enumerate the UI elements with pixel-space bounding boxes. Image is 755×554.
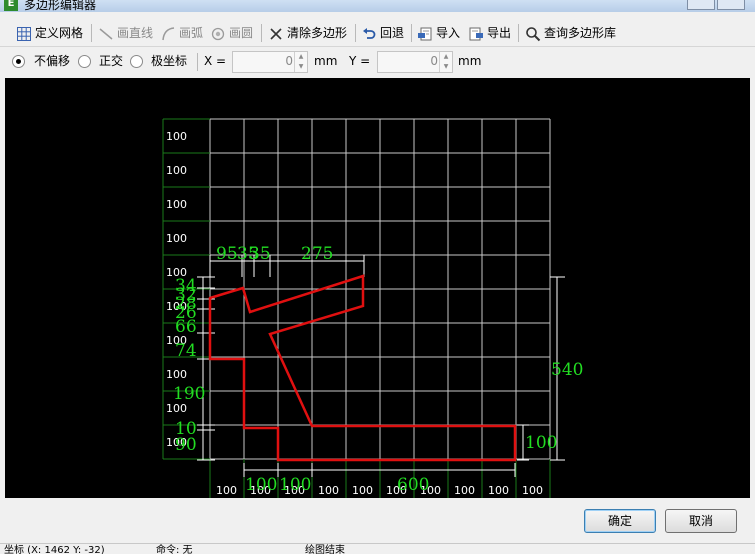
grid-lines: [209, 118, 551, 460]
row-label: 100: [166, 130, 187, 143]
status-coords: 坐标 (X: 1462 Y: -32): [4, 545, 105, 554]
import-label: 导入: [436, 26, 461, 40]
dialog-footer: 确定 取消: [0, 498, 755, 542]
draw-line-label: 画直线: [117, 26, 154, 40]
import-icon: [418, 27, 432, 40]
main-toolbar: 定义网格 画直线 画弧 画圆 清除多边形 回退 导入 导出 查询多边形库: [0, 20, 755, 47]
define-grid-button[interactable]: 定义网格: [16, 23, 83, 43]
export-icon: [469, 27, 483, 40]
dimension-labels: 95 35 35 275 34 32 28 26 66 74 190 10 90…: [173, 244, 583, 495]
x-spinner-arrows[interactable]: ▲ ▼: [294, 52, 307, 72]
query-library-label: 查询多边形库: [544, 26, 617, 40]
dim-label-right: 100: [525, 433, 557, 453]
toolbar-separator: [518, 24, 519, 42]
dim-label-left: 74: [175, 341, 197, 361]
query-library-button[interactable]: 查询多边形库: [525, 23, 616, 43]
dim-label-bottom: 100: [279, 475, 311, 495]
status-bar: 坐标 (X: 1462 Y: -32) 命令: 无 绘图结束: [0, 543, 755, 554]
row-label: 100: [166, 198, 187, 211]
arc-icon: [162, 26, 175, 40]
status-command: 命令: 无: [156, 545, 193, 554]
draw-circle-button[interactable]: 画圆: [210, 23, 253, 43]
clear-polygon-label: 清除多边形: [287, 26, 348, 40]
column-label: 100: [216, 484, 237, 497]
line-icon: [99, 27, 113, 40]
export-button[interactable]: 导出: [468, 23, 511, 43]
row-label: 100: [166, 232, 187, 245]
grid-icon: [17, 26, 31, 41]
dim-label-bottom: 100: [245, 475, 277, 495]
x-unit: mm: [314, 54, 338, 68]
y-value: 0: [430, 54, 438, 68]
polar-label: 极坐标: [151, 54, 188, 68]
dim-label-left: 190: [173, 384, 205, 404]
minimize-button[interactable]: [687, 0, 715, 10]
window-controls: [685, 0, 745, 10]
export-label: 导出: [487, 26, 512, 40]
dim-label-top: 35: [249, 244, 271, 264]
undo-label: 回退: [380, 26, 405, 40]
dim-label-top: 275: [301, 244, 333, 264]
dimension-lines: [197, 255, 565, 477]
column-label: 100: [454, 484, 475, 497]
dim-label-left: 90: [175, 435, 197, 455]
y-spinner-arrows[interactable]: ▲ ▼: [439, 52, 452, 72]
no-offset-radio[interactable]: [12, 55, 25, 68]
import-button[interactable]: 导入: [417, 23, 460, 43]
y-input[interactable]: 0 ▲ ▼: [377, 51, 453, 73]
window-title: 多边形编辑器: [24, 0, 97, 12]
draw-arc-button[interactable]: 画弧: [160, 23, 203, 43]
orthogonal-label: 正交: [99, 54, 124, 68]
row-label: 100: [166, 368, 187, 381]
column-label: 100: [318, 484, 339, 497]
draw-line-button[interactable]: 画直线: [98, 23, 153, 43]
draw-circle-label: 画圆: [229, 26, 254, 40]
options-bar: 不偏移 正交 极坐标 X = 0 ▲ ▼ mm Y = 0 ▲ ▼ mm: [0, 48, 755, 76]
ok-button[interactable]: 确定: [584, 509, 656, 533]
canvas-svg[interactable]: 100 100 100 100 100 100 100 100 100 100 …: [5, 78, 750, 498]
circle-icon: [211, 27, 225, 40]
undo-button[interactable]: 回退: [361, 23, 404, 43]
y-label: Y =: [349, 54, 371, 68]
no-offset-label: 不偏移: [34, 54, 71, 68]
column-label: 100: [352, 484, 373, 497]
undo-icon: [363, 27, 376, 39]
clear-x-icon: [270, 27, 282, 40]
clear-polygon-button[interactable]: 清除多边形: [268, 23, 347, 43]
status-message: 绘图结束: [305, 545, 345, 554]
polygon-shape[interactable]: [208, 274, 517, 462]
draw-arc-label: 画弧: [179, 26, 204, 40]
dim-label-bottom: 600: [397, 475, 429, 495]
toolbar-separator: [355, 24, 356, 42]
polar-radio[interactable]: [130, 55, 143, 68]
drawing-canvas[interactable]: 100 100 100 100 100 100 100 100 100 100 …: [5, 78, 750, 498]
title-bar: E 多边形编辑器: [0, 0, 755, 12]
orthogonal-radio[interactable]: [78, 55, 91, 68]
dim-label-top: 95: [216, 244, 238, 264]
x-label: X =: [204, 54, 227, 68]
maximize-button[interactable]: [717, 0, 745, 10]
app-icon: E: [4, 0, 18, 11]
x-value: 0: [285, 54, 293, 68]
define-grid-label: 定义网格: [35, 26, 84, 40]
dim-label-right: 540: [551, 360, 583, 380]
options-separator: [197, 53, 198, 71]
toolbar-separator: [91, 24, 92, 42]
column-label: 100: [522, 484, 543, 497]
row-label: 100: [166, 164, 187, 177]
cancel-button[interactable]: 取消: [665, 509, 737, 533]
column-label: 100: [488, 484, 509, 497]
y-unit: mm: [458, 54, 482, 68]
search-icon: [526, 26, 541, 41]
toolbar-separator: [411, 24, 412, 42]
toolbar-separator: [261, 24, 262, 42]
dim-label-left: 66: [175, 317, 197, 337]
x-input[interactable]: 0 ▲ ▼: [232, 51, 308, 73]
